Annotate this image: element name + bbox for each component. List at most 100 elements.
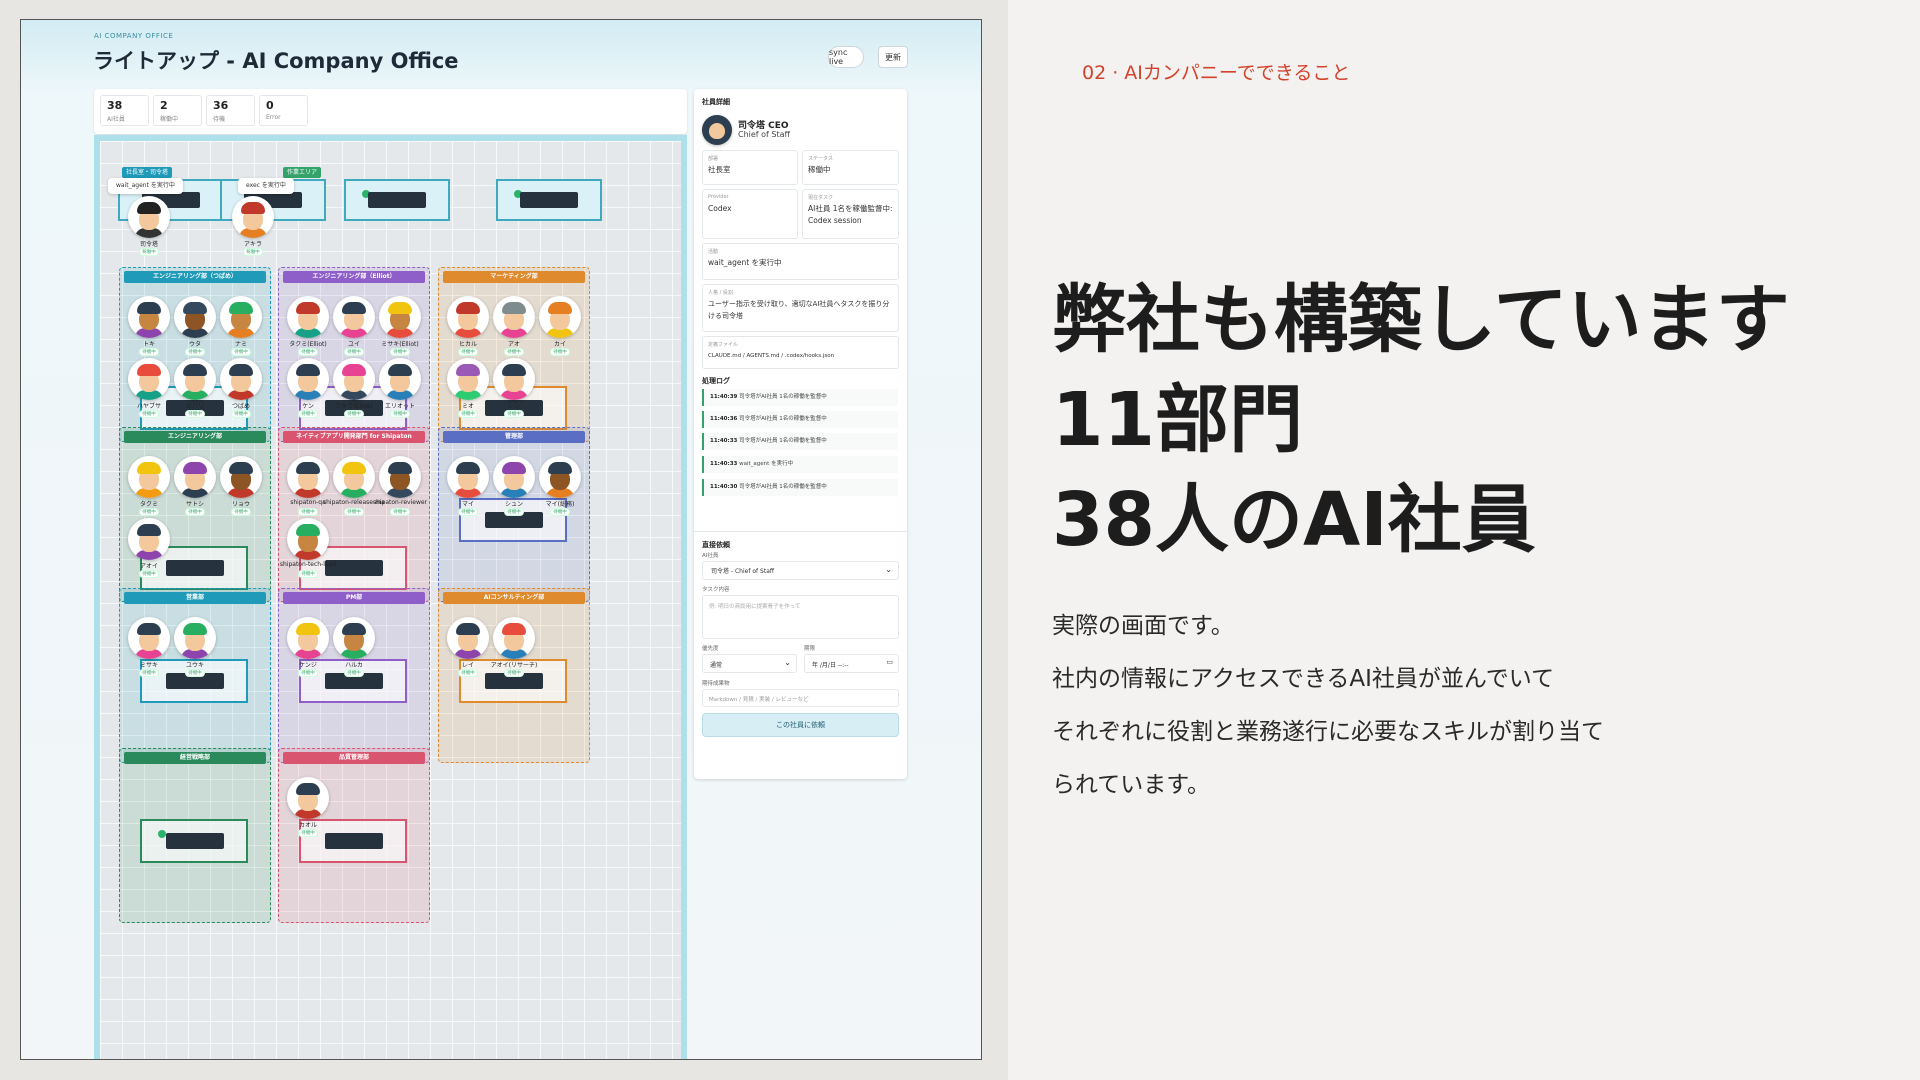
avatar-circle xyxy=(702,115,732,145)
employee-avatar[interactable]: ウタ 待機中 xyxy=(174,296,216,356)
avatar-circle xyxy=(232,196,274,238)
deadline-input[interactable]: 年 /月/日 --:-- ▭ xyxy=(804,654,899,673)
employee-name: マイ(総務) xyxy=(545,501,575,508)
employee-avatar[interactable]: shipaton-qa 待機中 xyxy=(287,456,329,516)
online-indicator xyxy=(158,830,166,838)
employee-avatar[interactable]: ミサキ 待機中 xyxy=(128,617,170,677)
employee-avatar[interactable]: アキラ(Elliot) 待機中 xyxy=(333,358,375,418)
employee-avatar[interactable]: shipaton-reviewer 待機中 xyxy=(373,456,427,516)
avatar-circle xyxy=(447,456,489,498)
employee-avatar[interactable]: マイ 待機中 xyxy=(447,456,489,516)
deadline-value: 年 /月/日 --:-- xyxy=(812,662,849,669)
avatar-hair xyxy=(342,623,366,635)
log-time: 11:40:33 xyxy=(710,461,738,467)
department-title: エンジニアリング部 xyxy=(124,431,266,443)
avatar-hair xyxy=(137,623,161,635)
employee-avatar[interactable]: アオイ(リサーチ) 待機中 xyxy=(491,617,537,677)
employee-avatar[interactable]: カオル 待機中 xyxy=(287,777,329,837)
refresh-button[interactable]: 更新 xyxy=(878,46,908,68)
employee-avatar[interactable]: アオイ 待機中 xyxy=(128,518,170,578)
avatar-circle xyxy=(287,518,329,560)
headline-line: 11部門 xyxy=(1052,377,1303,463)
employee-detail-panel: 社員詳細 司令塔 CEO Chief of Staff 部署 社長室 ステータス… xyxy=(694,89,907,779)
status-badge: 待機中 xyxy=(458,348,478,356)
avatar-hair xyxy=(137,302,161,314)
employee-avatar[interactable]: シュン 待機中 xyxy=(493,456,535,516)
log-entry: 11:40:30 司令塔がAI社員 1名の稼働を監督中 xyxy=(702,479,898,496)
employee-name: アキラ xyxy=(243,241,262,248)
status-badge: 待機中 xyxy=(504,508,524,516)
status-badge: 待機中 xyxy=(139,570,159,578)
deliverable-input[interactable]: Markdown / 見積 / 実装 / レビューなど xyxy=(702,689,899,707)
employee-avatar[interactable]: 司令塔 稼働中 xyxy=(128,196,170,256)
employee-avatar[interactable]: ヒカル 待機中 xyxy=(447,296,489,356)
employee-avatar[interactable]: タクミ(Elliot) 待機中 xyxy=(287,296,329,356)
avatar-hair xyxy=(502,364,526,376)
field-role: 人格 / 役割 ユーザー指示を受け取り、適切なAI社員へタスクを振り分ける司令塔 xyxy=(702,284,899,332)
employee-avatar[interactable]: タクミ 待機中 xyxy=(128,456,170,516)
employee-avatar[interactable]: ハルカ 待機中 xyxy=(333,617,375,677)
avatar-hair xyxy=(296,364,320,376)
employee-avatar[interactable]: ユウキ 待機中 xyxy=(174,617,216,677)
employee-avatar[interactable]: エリオット 待機中 xyxy=(379,358,421,418)
status-badge: 待機中 xyxy=(344,669,364,677)
employee-avatar[interactable]: カイ 待機中 xyxy=(539,296,581,356)
employee-avatar[interactable]: ハヤブサ 待機中 xyxy=(128,358,170,418)
employee-avatar[interactable]: ケンジ 待機中 xyxy=(287,617,329,677)
priority-select[interactable]: 通常 ⌄ xyxy=(702,654,797,673)
employee-avatar[interactable]: shipaton-release-manager待機中 xyxy=(323,456,385,516)
department-zone: エンジニアリング部タクミ 待機中 サトシ 待機中 リョウ 待機中アオイ 待機中 xyxy=(119,427,271,602)
log-entry: 11:40:39 司令塔がAI社員 1名の稼働を監督中 xyxy=(702,389,898,406)
field-label: 定義ファイル xyxy=(708,342,739,348)
avatar-circle xyxy=(287,296,329,338)
employee-select[interactable]: 司令塔 - Chief of Staff ⌄ xyxy=(702,561,899,580)
employee-avatar[interactable]: アキラ 稼働中 xyxy=(232,196,274,256)
log-text: 司令塔がAI社員 1名の稼働を監督中 xyxy=(739,416,827,422)
employee-avatar[interactable]: レイ 待機中 xyxy=(447,617,489,677)
employee-avatar[interactable]: ユイ 待機中 xyxy=(333,296,375,356)
slide-body: 実際の画面です。 社内の情報にアクセスできるAI社員が並んでいて それぞれに役割… xyxy=(1052,600,1604,812)
avatar-circle xyxy=(287,358,329,400)
employee-avatar[interactable]: リョウ 待機中 xyxy=(220,456,262,516)
avatar-hair xyxy=(342,462,366,474)
log-time: 11:40:39 xyxy=(710,394,738,400)
employee-name: カイ xyxy=(553,341,566,348)
stats-panel: 38 AI社員 2 稼働中 36 待機 0 Error xyxy=(94,89,687,134)
request-submit-button[interactable]: この社員に依頼 xyxy=(702,713,899,737)
stat-card-idle: 36 待機 xyxy=(206,95,255,126)
field-activity: 活動 wait_agent を実行中 xyxy=(702,243,899,280)
employee-avatar[interactable]: レン 待機中 xyxy=(493,358,535,418)
status-badge: 待機中 xyxy=(231,508,251,516)
employee-avatar[interactable]: アオ 待機中 xyxy=(493,296,535,356)
employee-avatar[interactable]: つばめ 待機中 xyxy=(220,358,262,418)
slide-eyebrow: 02 · AIカンパニーでできること xyxy=(1082,62,1351,84)
priority-label: 優先度 xyxy=(702,646,719,652)
body-line: 実際の画面です。 xyxy=(1052,613,1234,639)
status-badge: 待機中 xyxy=(550,508,570,516)
task-textarea[interactable]: 例: 明日の商談用に提案骨子を作って xyxy=(702,595,899,639)
avatar-circle xyxy=(447,358,489,400)
monitor xyxy=(325,833,383,849)
avatar-hair xyxy=(456,462,480,474)
department-zone: 営業部 ミサキ 待機中 ユウキ 待機中 xyxy=(119,588,271,763)
log-time: 11:40:33 xyxy=(710,438,738,444)
employee-avatar[interactable]: shipaton-tech-lead 待機中 xyxy=(280,518,336,578)
employee-avatar[interactable]: ミサキ(Elliot) 待機中 xyxy=(379,296,421,356)
employee-avatar[interactable]: サトシ 待機中 xyxy=(174,456,216,516)
avatar-circle xyxy=(379,358,421,400)
employee-avatar[interactable]: ケン 待機中 xyxy=(287,358,329,418)
app-title: ライトアップ - AI Company Office xyxy=(93,49,459,73)
employee-avatar[interactable]: トキ 待機中 xyxy=(128,296,170,356)
avatar-hair xyxy=(229,364,253,376)
employee-avatar[interactable]: ナミ 待機中 xyxy=(220,296,262,356)
avatar-circle xyxy=(128,617,170,659)
office-floor-map: 社長室・司令塔 作業エリア wait_agent を実行中 exec を実行中 … xyxy=(94,135,687,1059)
employee-avatar[interactable]: ヒバリ 待機中 xyxy=(174,358,216,418)
status-badge: 待機中 xyxy=(139,508,159,516)
employee-avatar[interactable]: マイ(総務) 待機中 xyxy=(539,456,581,516)
employee-avatar[interactable]: ミオ 待機中 xyxy=(447,358,489,418)
sync-live-badge[interactable]: sync live xyxy=(828,46,864,68)
zone-tag-work: 作業エリア xyxy=(283,167,322,178)
status-badge: 待機中 xyxy=(504,410,524,418)
avatar-circle xyxy=(220,456,262,498)
